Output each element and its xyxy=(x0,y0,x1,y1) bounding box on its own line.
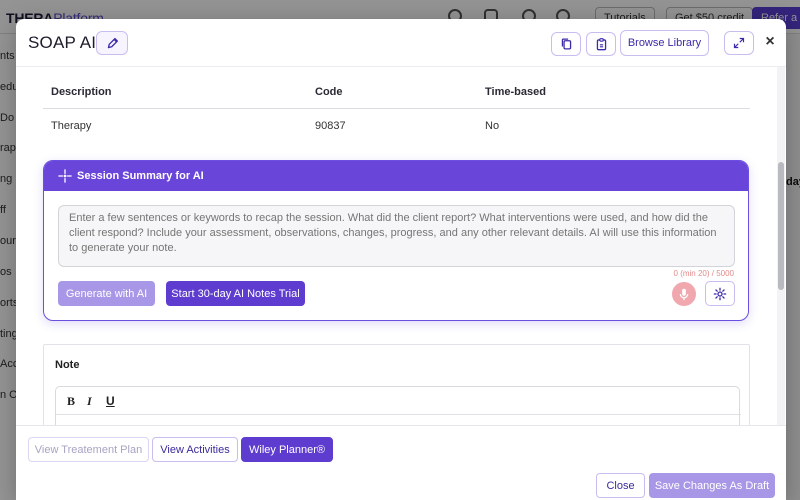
clipboard-icon xyxy=(596,38,606,51)
ai-settings-button[interactable] xyxy=(705,281,735,306)
modal-footer: View Treatement Plan View Activities Wil… xyxy=(16,425,786,500)
microphone-button[interactable] xyxy=(672,282,696,306)
cell-code: 90837 xyxy=(315,120,346,132)
column-header-code: Code xyxy=(315,86,343,98)
microphone-icon xyxy=(679,288,689,300)
session-summary-input[interactable] xyxy=(58,205,735,267)
service-code-table: Description Code Time-based Therapy 9083… xyxy=(43,75,750,143)
table-header: Description Code Time-based xyxy=(43,75,750,109)
session-summary-title: Session Summary for AI xyxy=(77,170,204,182)
generate-with-ai-button[interactable]: Generate with AI xyxy=(58,281,155,306)
copy-button[interactable] xyxy=(551,32,581,56)
expand-icon xyxy=(733,37,745,49)
copy-icon xyxy=(561,38,571,50)
save-draft-button[interactable]: Save Changes As Draft xyxy=(649,473,775,498)
bold-button[interactable]: B xyxy=(67,394,75,409)
note-label: Note xyxy=(55,359,80,371)
start-trial-button[interactable]: Start 30-day AI Notes Trial xyxy=(166,281,305,306)
view-treatment-plan-button[interactable]: View Treatement Plan xyxy=(28,437,149,462)
scrollbar-thumb[interactable] xyxy=(778,162,784,290)
underline-button[interactable]: U xyxy=(106,394,115,408)
modal-header: SOAP AI Browse Library × xyxy=(16,19,786,67)
modal-scrollbar[interactable] xyxy=(777,67,785,425)
cell-time-based: No xyxy=(485,120,500,132)
wiley-planner-button[interactable]: Wiley Planner® xyxy=(241,437,333,462)
gear-icon xyxy=(713,287,727,300)
modal-title: SOAP AI xyxy=(28,33,97,52)
cell-description: Therapy xyxy=(51,120,92,132)
close-icon[interactable]: × xyxy=(762,33,778,51)
view-activities-button[interactable]: View Activities xyxy=(152,437,238,462)
character-count: 0 (min 20) / 5000 xyxy=(673,269,734,278)
close-button[interactable]: Close xyxy=(596,473,645,498)
soap-ai-modal: SOAP AI Browse Library × Description Cod… xyxy=(16,19,786,500)
expand-button[interactable] xyxy=(724,31,754,55)
column-header-description: Description xyxy=(51,86,112,98)
italic-button[interactable]: I xyxy=(87,394,92,409)
note-editor[interactable]: B I U xyxy=(55,386,741,425)
browse-library-button[interactable]: Browse Library xyxy=(620,30,709,56)
editor-toolbar: B I U xyxy=(56,387,741,415)
session-summary-header: Session Summary for AI xyxy=(44,161,748,191)
note-section: Note B I U xyxy=(43,344,750,425)
paste-button[interactable] xyxy=(586,32,616,56)
modal-body: Description Code Time-based Therapy 9083… xyxy=(16,67,776,425)
session-summary-card: Session Summary for AI 0 (min 20) / 5000… xyxy=(43,160,749,321)
column-header-time-based: Time-based xyxy=(485,86,546,98)
pencil-icon xyxy=(107,37,118,48)
table-row: Therapy 90837 No xyxy=(43,109,750,143)
edit-title-button[interactable] xyxy=(96,31,128,55)
sparkle-icon xyxy=(58,169,72,183)
